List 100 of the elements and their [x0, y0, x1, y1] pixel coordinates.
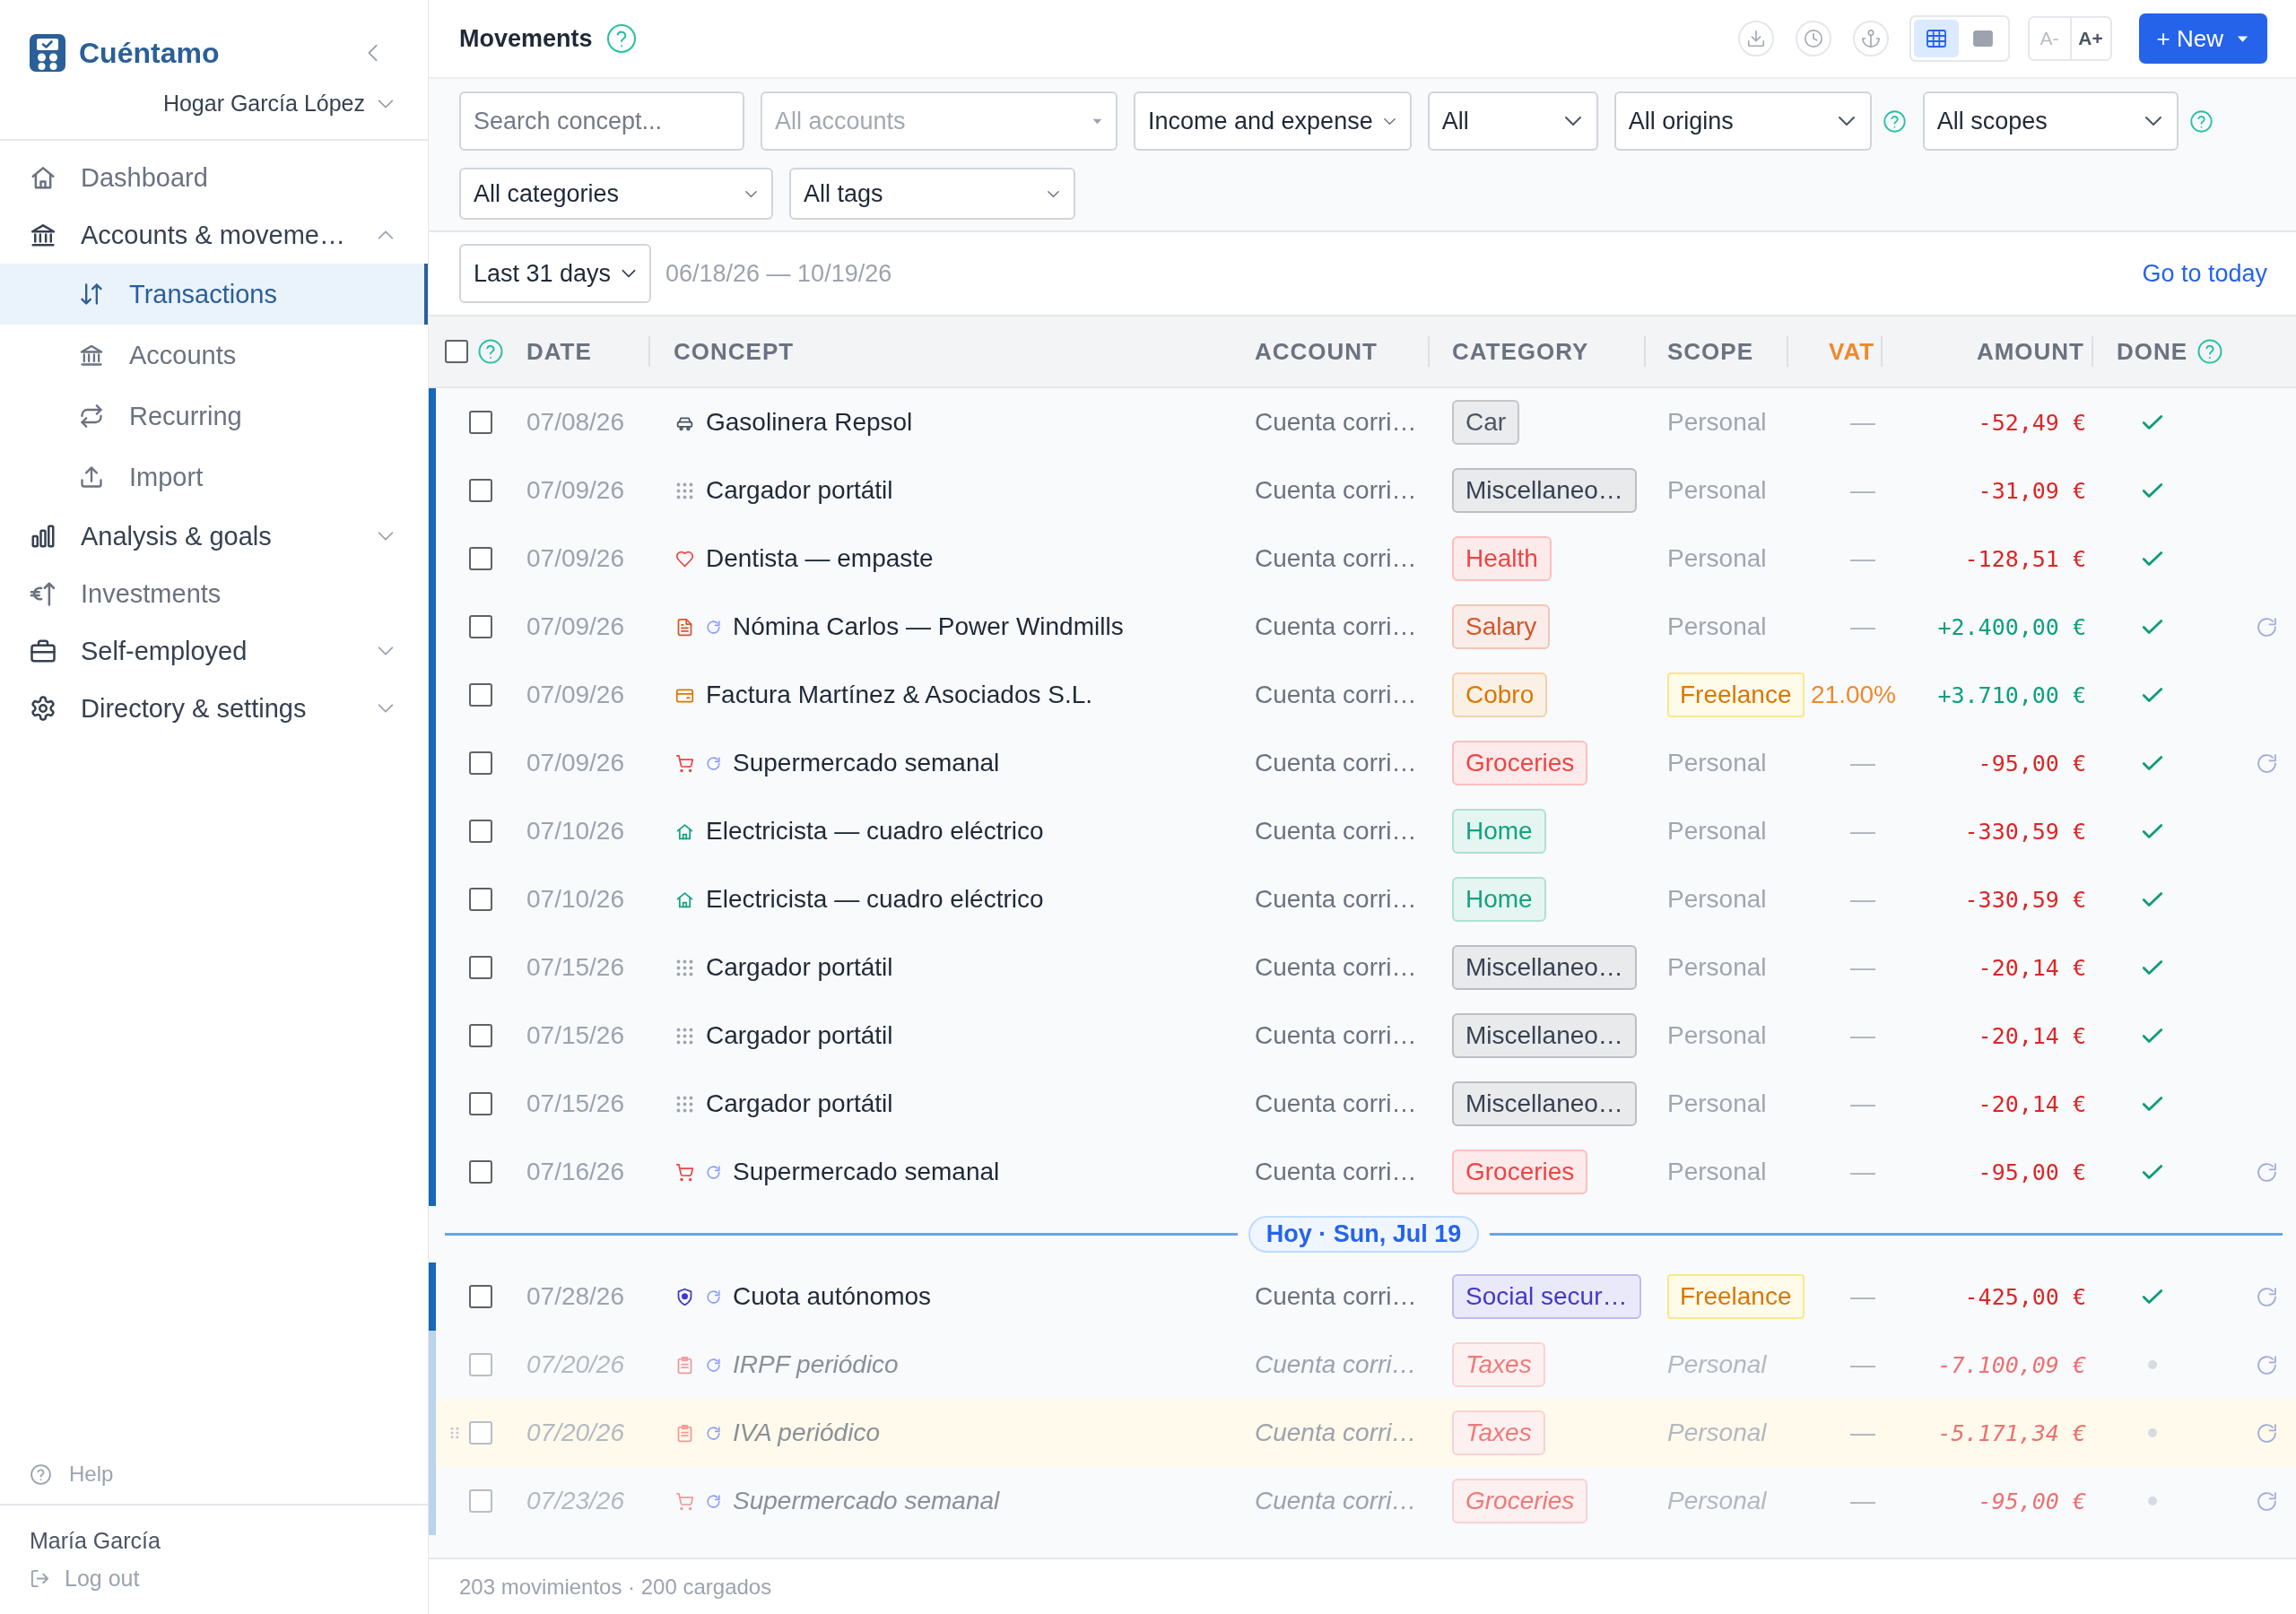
- checkbox[interactable]: [469, 1024, 492, 1047]
- checkbox[interactable]: [469, 683, 492, 707]
- date-text: 07/20/26: [526, 1419, 624, 1447]
- checkbox[interactable]: [469, 1092, 492, 1115]
- filter-dropdown[interactable]: All categories: [459, 168, 773, 220]
- category-tag[interactable]: Miscellaneo…: [1452, 1081, 1637, 1126]
- amount-text: -425,00 €: [1964, 1283, 2086, 1310]
- filter-dropdown[interactable]: Income and expense: [1134, 91, 1412, 151]
- category-tag[interactable]: Miscellaneo…: [1452, 1013, 1637, 1058]
- empty-dash-text: —: [1850, 1158, 1875, 1186]
- column-header[interactable]: DONE: [2117, 337, 2188, 366]
- checkbox[interactable]: [469, 1489, 492, 1513]
- circular-arrow-icon[interactable]: [2256, 615, 2278, 638]
- checkbox[interactable]: [445, 340, 468, 363]
- date-text: 07/09/26: [526, 681, 624, 709]
- account-text: Cuenta corri…: [1255, 544, 1417, 573]
- nav-item[interactable]: Import: [0, 447, 428, 508]
- table-view-button[interactable]: [1913, 20, 1959, 57]
- column-header[interactable]: DATE: [526, 337, 592, 366]
- anchor-button[interactable]: [1852, 21, 1889, 56]
- amount-text: -128,51 €: [1964, 545, 2086, 572]
- amount-text: -52,49 €: [1978, 409, 2086, 436]
- nav-item[interactable]: Analysis & goals: [0, 508, 428, 565]
- empty-dash-text: —: [1850, 953, 1875, 982]
- help-icon[interactable]: [2196, 338, 2224, 365]
- filter-dropdown[interactable]: All tags: [789, 168, 1075, 220]
- amount-text: -20,14 €: [1978, 1022, 2086, 1049]
- checkbox[interactable]: [469, 1285, 492, 1308]
- help-icon: [30, 1462, 52, 1486]
- circular-arrow-icon[interactable]: [2256, 1285, 2278, 1308]
- category-tag[interactable]: Car: [1452, 400, 1520, 445]
- nav-item[interactable]: Recurring: [0, 386, 428, 447]
- go-to-today-link[interactable]: Go to today: [2142, 259, 2267, 288]
- checkbox[interactable]: [469, 1353, 492, 1376]
- account-text: Cuenta corri…: [1255, 953, 1417, 982]
- bank-icon: [30, 221, 57, 248]
- checkbox[interactable]: [469, 751, 492, 775]
- help-icon[interactable]: [2188, 108, 2213, 134]
- checkbox[interactable]: [469, 547, 492, 570]
- household-selector[interactable]: Hogar García López: [162, 91, 396, 117]
- checkbox[interactable]: [469, 615, 492, 638]
- scope-text: Personal: [1667, 749, 1767, 777]
- help-icon[interactable]: [1882, 108, 1907, 134]
- filter-dropdown[interactable]: All scopes: [1922, 91, 2179, 151]
- empty-dash-text: —: [1850, 1350, 1875, 1379]
- history-button[interactable]: [1795, 21, 1831, 56]
- concept-text: Electricista — cuadro eléctrico: [706, 885, 1044, 914]
- category-tag[interactable]: Social secur…: [1452, 1274, 1641, 1319]
- help-icon[interactable]: [477, 338, 504, 365]
- circular-arrow-icon[interactable]: [2256, 751, 2278, 775]
- category-tag[interactable]: Groceries: [1452, 1150, 1588, 1194]
- period-dropdown[interactable]: Last 31 days: [459, 244, 651, 303]
- checkbox[interactable]: [469, 411, 492, 434]
- help-icon[interactable]: [604, 22, 638, 55]
- filter-dropdown[interactable]: All origins: [1613, 91, 1872, 151]
- transaction-row[interactable]: 07/20/26 IVA periódico Cuenta corri… Taxes Personal — -5.171,34 €: [429, 1399, 2296, 1467]
- font-size-button[interactable]: A+: [2069, 18, 2110, 59]
- concept-text: Cuota autónomos: [733, 1282, 932, 1311]
- account-text: Cuenta corri…: [1255, 1419, 1417, 1447]
- checkbox[interactable]: [469, 820, 492, 843]
- new-button[interactable]: + New: [2138, 13, 2267, 64]
- column-header[interactable]: ACCOUNT: [1255, 337, 1378, 366]
- nav-item[interactable]: Accounts: [0, 325, 428, 386]
- category-tag[interactable]: Salary: [1452, 604, 1551, 649]
- nav-item[interactable]: Dashboard: [0, 149, 428, 206]
- account-text: Cuenta corri…: [1255, 1089, 1417, 1118]
- checkbox[interactable]: [469, 1421, 492, 1445]
- circular-arrow-icon[interactable]: [2256, 1160, 2278, 1184]
- checkbox[interactable]: [469, 956, 492, 979]
- concept-text: IRPF periódico: [733, 1350, 899, 1379]
- checkbox[interactable]: [469, 888, 492, 911]
- concept-text: Cargador portátil: [706, 1089, 893, 1118]
- nav-item[interactable]: Directory & settings: [0, 680, 428, 737]
- download-button[interactable]: [1737, 21, 1774, 56]
- checkbox[interactable]: [469, 479, 492, 502]
- column-header[interactable]: AMOUNT: [1976, 337, 2084, 366]
- filter-dropdown[interactable]: All: [1427, 91, 1598, 151]
- column-header[interactable]: CATEGORY: [1452, 337, 1589, 366]
- brand-name: Cuéntamo: [79, 36, 220, 70]
- category-tag[interactable]: Health: [1452, 536, 1552, 581]
- category-tag[interactable]: Miscellaneo…: [1452, 945, 1637, 990]
- circular-arrow-icon[interactable]: [2256, 1489, 2278, 1513]
- nav-item[interactable]: Self-employed: [0, 622, 428, 680]
- date-text: 07/28/26: [526, 1282, 624, 1311]
- nav-item[interactable]: Investments: [0, 565, 428, 622]
- circular-arrow-icon[interactable]: [2256, 1421, 2278, 1445]
- category-tag[interactable]: Groceries: [1452, 741, 1588, 785]
- upload-icon: [79, 464, 104, 490]
- scope-text: Personal: [1667, 612, 1767, 641]
- column-header[interactable]: CONCEPT: [674, 337, 795, 366]
- clipboard-icon: [675, 1355, 694, 1375]
- column-header[interactable]: SCOPE: [1667, 337, 1754, 366]
- checkbox[interactable]: [469, 1160, 492, 1184]
- category-tag[interactable]: Miscellaneo…: [1452, 468, 1637, 513]
- search-field[interactable]: Search concept...: [459, 91, 744, 151]
- amount-text: -330,59 €: [1964, 818, 2086, 845]
- amount-text: -330,59 €: [1964, 886, 2086, 913]
- nav-item[interactable]: Accounts & moveme…: [0, 206, 428, 264]
- circular-arrow-icon[interactable]: [2256, 1353, 2278, 1376]
- nav-item[interactable]: Transactions: [0, 264, 428, 325]
